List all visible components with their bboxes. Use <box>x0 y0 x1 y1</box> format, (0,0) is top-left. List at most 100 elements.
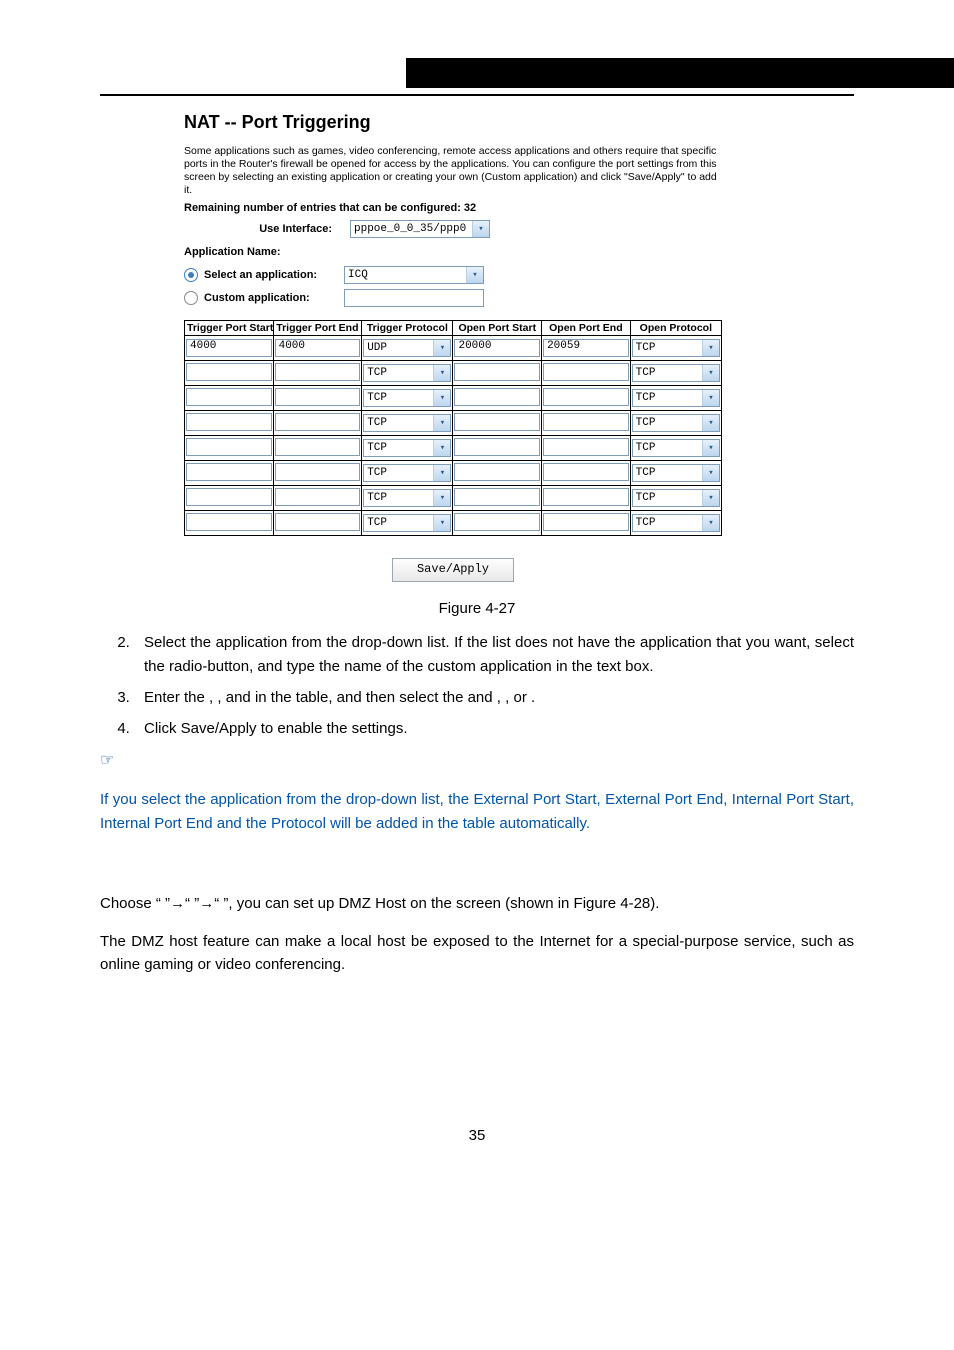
open-port-start-input[interactable] <box>454 513 540 531</box>
select-application-dropdown[interactable]: ICQ ▾ <box>344 266 484 284</box>
trigger-port-end-input[interactable] <box>275 488 361 506</box>
table-row: TCP▾TCP▾ <box>185 511 722 536</box>
chevron-down-icon: ▾ <box>702 490 719 506</box>
header-mask <box>0 0 406 90</box>
dmz-p1a: Choose “ <box>100 895 161 912</box>
radio-custom-application[interactable] <box>184 291 198 305</box>
open-port-end-input[interactable] <box>543 388 629 406</box>
open-port-start-input[interactable]: 20000 <box>454 339 540 357</box>
open-port-end-input[interactable] <box>543 363 629 381</box>
open-protocol-select[interactable]: TCP ▾ <box>632 364 720 382</box>
trigger-port-end-input[interactable] <box>275 463 361 481</box>
trigger-protocol-select[interactable]: UDP ▾ <box>363 339 451 357</box>
radio-select-application[interactable] <box>184 268 198 282</box>
use-interface-value: pppoe_0_0_35/ppp0 <box>354 223 466 235</box>
trigger-protocol-select[interactable]: TCP▾ <box>363 364 451 382</box>
chevron-down-icon: ▾ <box>466 267 483 283</box>
step-2-text-b: radio-button, and type the name of the c… <box>169 658 653 675</box>
step-3-comma2: , <box>217 689 225 706</box>
th-open-protocol: Open Protocol <box>630 321 721 336</box>
save-apply-button[interactable]: Save/Apply <box>392 558 514 582</box>
trigger-port-end-input[interactable] <box>275 388 361 406</box>
open-protocol-select[interactable]: TCP▾ <box>632 339 720 357</box>
arrow-icon: ”→“ <box>165 895 190 912</box>
table-row: TCP▾TCP▾ <box>185 411 722 436</box>
open-protocol-select-value: TCP <box>636 517 656 529</box>
chevron-down-icon: ▾ <box>433 340 450 356</box>
trigger-protocol-select-value: UDP <box>367 342 387 354</box>
open-port-end-input[interactable]: 20059 <box>543 339 629 357</box>
trigger-protocol-select[interactable]: TCP ▾ <box>363 489 451 507</box>
open-port-start-input[interactable] <box>454 388 540 406</box>
trigger-protocol-select-value: TCP <box>367 417 387 429</box>
trigger-port-start-input[interactable] <box>186 463 272 481</box>
step-3-text-a: Enter the <box>144 689 209 706</box>
use-interface-select[interactable]: pppoe_0_0_35/ppp0 ▾ <box>350 220 490 238</box>
trigger-port-start-input[interactable] <box>186 413 272 431</box>
trigger-port-end-input[interactable] <box>275 413 361 431</box>
open-port-end-input[interactable] <box>543 438 629 456</box>
open-port-start-input[interactable] <box>454 463 540 481</box>
table-row: TCP▾TCP▾ <box>185 361 722 386</box>
th-trigger-port-end: Trigger Port End <box>273 321 362 336</box>
open-port-end-input[interactable] <box>543 463 629 481</box>
table-row: TCP▾ TCP▾ <box>185 386 722 411</box>
open-port-start-input[interactable] <box>454 413 540 431</box>
step-3-comma3: , <box>497 689 505 706</box>
page-number: 35 <box>100 1127 854 1144</box>
step-2: Select the application from the drop-dow… <box>134 631 854 678</box>
trigger-port-end-input[interactable] <box>275 363 361 381</box>
trigger-port-start-input[interactable] <box>186 513 272 531</box>
trigger-port-end-input[interactable]: 4000 <box>275 339 361 357</box>
open-protocol-select[interactable]: TCP▾ <box>632 389 720 407</box>
radio-custom-label: Custom application: <box>204 292 344 304</box>
chevron-down-icon: ▾ <box>472 221 489 237</box>
trigger-protocol-select-value: TCP <box>367 492 387 504</box>
trigger-protocol-select[interactable]: TCP▾ <box>363 439 451 457</box>
open-port-end-input[interactable] <box>543 413 629 431</box>
trigger-protocol-select[interactable]: TCP▾ <box>363 389 451 407</box>
open-port-end-input[interactable] <box>543 488 629 506</box>
open-protocol-select[interactable]: TCP▾ <box>632 464 720 482</box>
chevron-down-icon: ▾ <box>433 490 450 506</box>
open-protocol-select[interactable]: TCP ▾ <box>632 489 720 507</box>
note-text: If you select the application from the d… <box>100 788 854 835</box>
trigger-port-start-input[interactable] <box>186 488 272 506</box>
step-3-period: . <box>531 689 535 706</box>
th-open-port-end: Open Port End <box>542 321 631 336</box>
open-port-start-input[interactable] <box>454 363 540 381</box>
table-row: TCP▾ TCP▾ <box>185 461 722 486</box>
chevron-down-icon: ▾ <box>433 515 450 531</box>
open-port-end-input[interactable] <box>543 513 629 531</box>
chevron-down-icon: ▾ <box>433 415 450 431</box>
open-port-start-input[interactable] <box>454 488 540 506</box>
table-row: 40004000 UDP ▾2000020059TCP▾ <box>185 336 722 361</box>
trigger-port-start-input[interactable] <box>186 388 272 406</box>
open-protocol-select[interactable]: TCP▾ <box>632 414 720 432</box>
step-3-text-c: and <box>468 689 497 706</box>
trigger-port-end-input[interactable] <box>275 438 361 456</box>
custom-application-input[interactable] <box>344 289 484 307</box>
open-protocol-select-value: TCP <box>636 442 656 454</box>
open-port-start-input[interactable] <box>454 438 540 456</box>
chevron-down-icon: ▾ <box>702 465 719 481</box>
select-application-value: ICQ <box>348 269 368 281</box>
trigger-port-end-input[interactable] <box>275 513 361 531</box>
app-name-label: Application Name: <box>184 246 281 258</box>
open-protocol-select[interactable]: TCP▾ <box>632 439 720 457</box>
trigger-port-start-input[interactable] <box>186 438 272 456</box>
trigger-port-start-input[interactable]: 4000 <box>186 339 272 357</box>
open-protocol-select[interactable]: TCP▾ <box>632 514 720 532</box>
open-protocol-select-value: TCP <box>636 492 656 504</box>
dmz-description: The DMZ host feature can make a local ho… <box>100 930 854 977</box>
trigger-port-start-input[interactable] <box>186 363 272 381</box>
trigger-protocol-select[interactable]: TCP▾ <box>363 464 451 482</box>
table-header-row: Trigger Port Start Trigger Port End Trig… <box>185 321 722 336</box>
table-row: TCP▾ TCP▾ <box>185 436 722 461</box>
trigger-protocol-select[interactable]: TCP▾ <box>363 514 451 532</box>
shot-intro: Some applications such as games, video c… <box>184 145 722 198</box>
open-protocol-select-value: TCP <box>636 367 656 379</box>
trigger-protocol-select[interactable]: TCP ▾ <box>363 414 451 432</box>
router-screenshot: NAT -- Port Triggering Some applications… <box>184 112 722 582</box>
chevron-down-icon: ▾ <box>702 365 719 381</box>
